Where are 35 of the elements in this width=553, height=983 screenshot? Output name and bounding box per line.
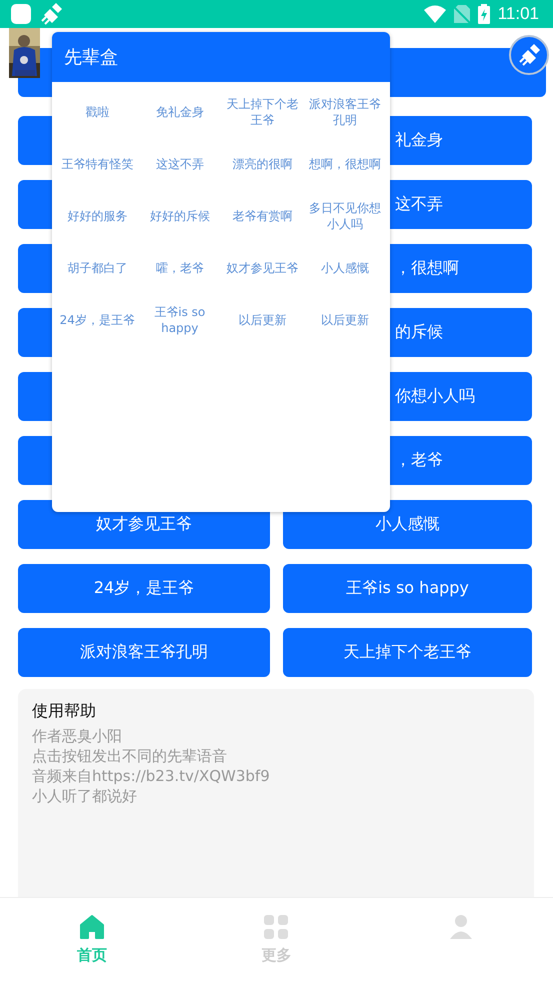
broom-button[interactable] (509, 35, 549, 75)
help-title: 使用帮助 (32, 701, 97, 722)
nav-tab[interactable]: 首页 (0, 898, 184, 983)
broom-icon (518, 44, 540, 66)
sound-item[interactable]: 24岁，是王爷 (56, 312, 138, 328)
person-icon (448, 914, 474, 940)
sound-button[interactable]: 派对浪客王爷孔明 (18, 628, 270, 677)
sound-item[interactable]: 免礼金身 (138, 104, 221, 120)
sound-item[interactable]: 好好的斥候 (138, 208, 221, 224)
help-text: 小人听了都说好 (32, 786, 138, 806)
sound-item[interactable]: 王爷is so happy (138, 304, 221, 336)
grid-icon (263, 914, 290, 940)
sound-item[interactable]: 嚯，老爷 (138, 260, 221, 276)
clock-time: 11:01 (498, 4, 539, 24)
sound-button[interactable]: 24岁，是王爷 (18, 564, 270, 613)
sound-item[interactable]: 胡子都白了 (56, 260, 138, 276)
help-text: 点击按钮发出不同的先辈语音 (32, 746, 228, 766)
wifi-icon (424, 5, 446, 23)
battery-icon (478, 4, 490, 24)
help-text: 作者恶臭小阳 (32, 726, 123, 746)
dialog-title: 先辈盒 (52, 32, 390, 82)
sound-button[interactable]: 天上掉下个老王爷 (283, 628, 532, 677)
help-text: 音频来自https://b23.tv/XQW3bf9 (32, 766, 271, 786)
app-icon (10, 3, 32, 25)
sound-item[interactable]: 以后更新 (304, 312, 386, 328)
sound-item[interactable]: 戳啦 (56, 104, 138, 120)
sound-button[interactable]: 小人感慨 (283, 500, 532, 549)
sound-item[interactable]: 小人感慨 (304, 260, 386, 276)
sound-item[interactable]: 好好的服务 (56, 208, 138, 224)
sound-button[interactable]: 王爷is so happy (283, 564, 532, 613)
home-icon (79, 914, 106, 940)
sound-item[interactable]: 这这不弄 (138, 156, 221, 172)
no-sim-icon (454, 5, 470, 23)
broom-icon (40, 3, 62, 25)
sound-item[interactable]: 王爷特有怪笑 (56, 156, 138, 172)
